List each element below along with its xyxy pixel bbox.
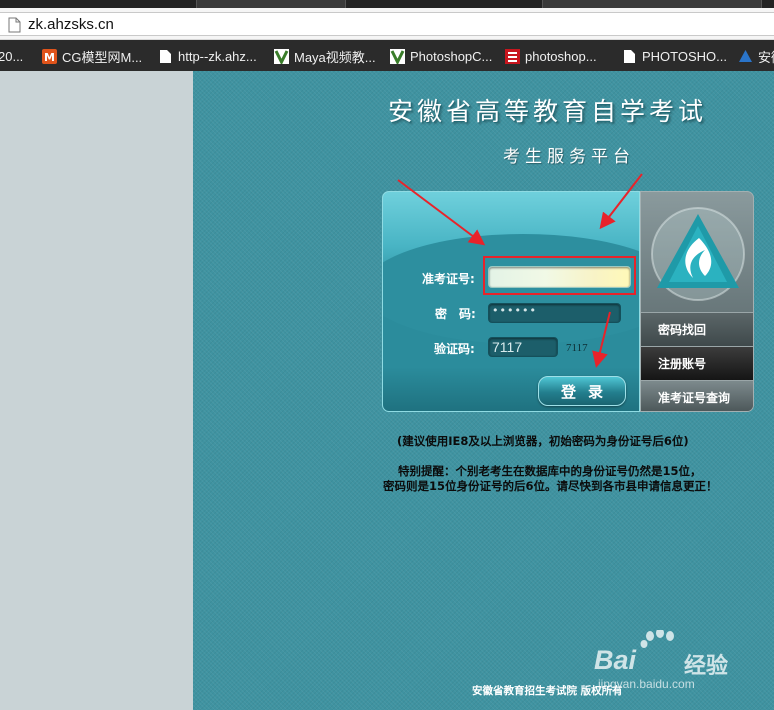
captcha-image[interactable]: 7117	[566, 342, 588, 354]
browser-tab[interactable]	[196, 0, 346, 8]
bookmark-item[interactable]: photoshop...	[505, 46, 597, 66]
bookmark-label: Maya视频教...	[294, 49, 376, 65]
nav-exam-id-lookup[interactable]: 准考证号查询	[641, 380, 753, 411]
browser-tip: (建议使用IE8及以上浏览器，初始密码为身份证号后6位)	[397, 434, 689, 448]
bookmark-item[interactable]: PHOTOSHO...	[622, 46, 727, 66]
page-icon	[8, 17, 21, 33]
bookmark-label: http--zk.ahz...	[178, 48, 257, 64]
id-label: 准考证号:	[422, 272, 475, 286]
captcha-input-value: 7117	[492, 339, 523, 355]
captcha-label: 验证码:	[434, 342, 475, 356]
address-bar: zk.ahzsks.cn	[0, 8, 774, 40]
bookmark-label: 安徽	[758, 49, 774, 65]
bookmark-item[interactable]: M CG模型网M...	[42, 46, 142, 66]
bookmark-item[interactable]: 20...	[0, 46, 23, 66]
annotation-highlight-box	[483, 256, 636, 295]
reminder-line-2: 密码则是15位身份证号的后6位。请尽快到各市县申请信息更正！	[383, 479, 718, 493]
password-label: 密 码:	[435, 307, 476, 321]
bookmark-item[interactable]: Maya视频教...	[274, 46, 376, 66]
nav-password-recovery[interactable]: 密码找回	[641, 312, 753, 346]
bookmark-label: CG模型网M...	[62, 49, 143, 65]
bookmark-label: PHOTOSHO...	[642, 48, 727, 64]
nav-register-account[interactable]: 注册账号	[641, 346, 753, 380]
bookmark-label: photoshop...	[525, 48, 597, 64]
page-icon	[160, 49, 171, 63]
v-logo-icon	[390, 48, 405, 64]
reminder-line-1: 特别提醒：个别老考生在数据库中的身份证号仍然是15位，	[398, 464, 702, 478]
login-button[interactable]: 登录	[538, 376, 626, 406]
exam-logo-icon	[651, 207, 745, 301]
watermark-brand: Bai	[594, 645, 637, 675]
blue-logo-icon	[739, 49, 752, 62]
red-logo-icon	[505, 48, 520, 64]
site-title: 安徽省高等教育自学考试	[388, 97, 708, 126]
bookmark-item[interactable]: PhotoshopC...	[390, 46, 492, 66]
url-field[interactable]: zk.ahzsks.cn	[0, 12, 774, 36]
browser-tab[interactable]	[542, 0, 762, 8]
browser-tab-strip	[0, 0, 774, 8]
watermark-url: jingyan.baidu.com	[598, 677, 695, 691]
v-logo-icon	[274, 48, 289, 64]
watermark-brand-cn: 经验	[684, 654, 729, 679]
svg-text:M: M	[44, 51, 55, 64]
bookmark-item[interactable]: http--zk.ahz...	[158, 46, 257, 66]
site-subtitle: 考生服务平台	[503, 147, 635, 167]
password-mask: ••••••	[492, 304, 537, 317]
side-nav: 密码找回 注册账号 准考证号查询	[640, 191, 754, 412]
bookmark-label: 20...	[0, 48, 24, 64]
bookmarks-bar: 20... M CG模型网M... http--zk.ahz... Maya视频…	[0, 40, 774, 71]
bookmark-item[interactable]: 安徽	[738, 46, 774, 66]
cg-logo-icon: M	[42, 48, 57, 64]
page-icon	[624, 49, 635, 63]
url-text: zk.ahzsks.cn	[28, 16, 114, 33]
bookmark-label: PhotoshopC...	[410, 48, 493, 64]
page-gutter	[0, 71, 193, 710]
